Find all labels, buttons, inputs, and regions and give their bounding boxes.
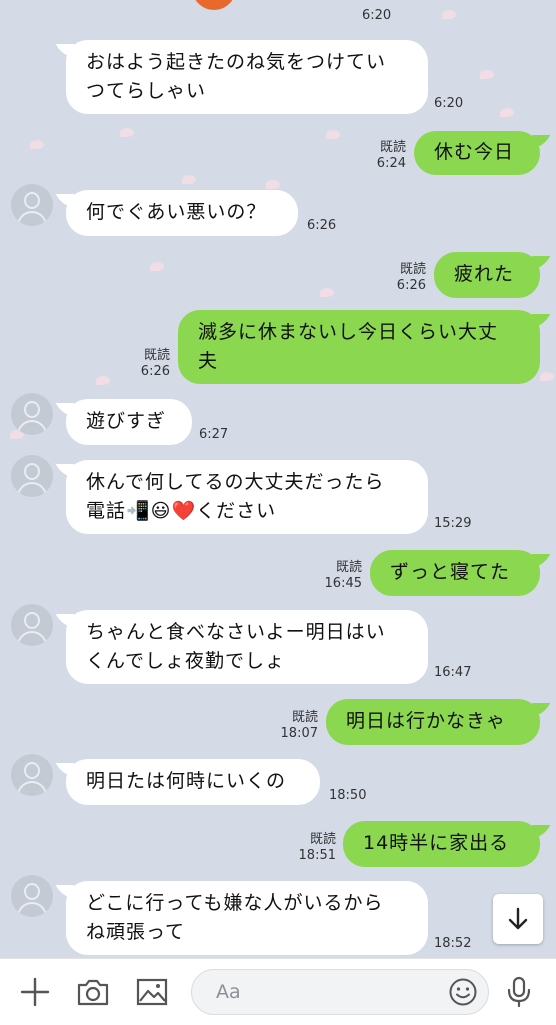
message-bubble-incoming[interactable]: 何でぐあい悪いの？ bbox=[66, 190, 298, 236]
message-bubble-outgoing[interactable]: 疲れた bbox=[434, 252, 540, 298]
image-button[interactable] bbox=[133, 973, 171, 1011]
camera-icon bbox=[77, 979, 109, 1006]
message-line: 夫 bbox=[198, 350, 219, 372]
message-input-placeholder: Aa bbox=[216, 981, 241, 1003]
message-bubble-incoming[interactable]: どこに行っても嫌な人がいるから ね頑張って bbox=[66, 881, 428, 955]
read-receipt: 既読 6:24 bbox=[366, 140, 406, 172]
emoji-icon[interactable] bbox=[448, 977, 478, 1007]
message-bubble-outgoing[interactable]: 14時半に家出る bbox=[343, 821, 540, 867]
message-line: ね頑張って bbox=[86, 921, 186, 943]
petal-decoration bbox=[480, 70, 494, 79]
message-line: 休む今日 bbox=[434, 141, 515, 163]
petal-decoration bbox=[266, 180, 280, 189]
message-time: 18:52 bbox=[434, 936, 472, 951]
message-time: 15:29 bbox=[434, 516, 472, 531]
message-line: 明日は行かなきゃ bbox=[346, 710, 507, 732]
read-receipt: 既読 18:51 bbox=[294, 832, 336, 864]
message-bubble-incoming[interactable]: おはよう起きたのね気をつけてい つてらしゃい bbox=[66, 40, 428, 114]
message-line: 14時半に家出る bbox=[363, 832, 510, 854]
avatar[interactable] bbox=[11, 455, 53, 497]
read-label: 既読 bbox=[309, 832, 336, 847]
message-time: 6:26 bbox=[307, 218, 337, 233]
microphone-icon bbox=[507, 976, 531, 1008]
message-time: 16:47 bbox=[434, 665, 472, 680]
read-label: 既読 bbox=[399, 262, 426, 277]
scroll-to-bottom-button[interactable] bbox=[493, 894, 543, 944]
camera-button[interactable] bbox=[74, 973, 112, 1011]
message-time: 6:26 bbox=[396, 278, 426, 293]
message-line: おはよう起きたのね気をつけてい bbox=[86, 51, 387, 73]
petal-decoration bbox=[326, 130, 340, 139]
petal-decoration bbox=[320, 288, 334, 297]
message-line: どこに行っても嫌な人がいるから bbox=[86, 892, 384, 914]
petal-decoration bbox=[500, 108, 514, 117]
petal-decoration bbox=[30, 140, 44, 149]
message-toolbar: Aa bbox=[0, 958, 556, 1025]
message-bubble-outgoing[interactable]: 休む今日 bbox=[414, 131, 540, 175]
message-line: ちゃんと食べなさいよー明日はい bbox=[86, 621, 386, 643]
voice-button[interactable] bbox=[500, 973, 538, 1011]
message-time: 18:51 bbox=[298, 848, 336, 863]
message-bubble-outgoing[interactable]: ずっと寝てた bbox=[370, 550, 540, 596]
petal-decoration bbox=[540, 372, 554, 381]
message-line: 滅多に休まないし今日くらい大丈 bbox=[198, 321, 499, 343]
message-time: 6:20 bbox=[434, 96, 464, 111]
read-receipt: 既読 18:07 bbox=[278, 710, 318, 742]
read-receipt: 既読 16:45 bbox=[322, 560, 362, 592]
message-time: 6:26 bbox=[140, 364, 170, 379]
avatar[interactable] bbox=[11, 754, 53, 796]
message-line: 疲れた bbox=[454, 263, 515, 285]
message-line: 電話📲😃❤️ください bbox=[86, 500, 277, 522]
message-bubble-outgoing[interactable]: 明日は行かなきゃ bbox=[326, 699, 540, 745]
read-label: 既読 bbox=[379, 140, 406, 155]
sticker-partial bbox=[192, 0, 236, 10]
message-input[interactable]: Aa bbox=[191, 969, 489, 1015]
avatar[interactable] bbox=[11, 393, 53, 435]
message-bubble-outgoing[interactable]: 滅多に休まないし今日くらい大丈 夫 bbox=[178, 310, 540, 384]
message-line: 遊びすぎ bbox=[86, 410, 167, 432]
message-line: 何でぐあい悪いの？ bbox=[86, 201, 267, 223]
add-button[interactable] bbox=[16, 973, 54, 1011]
message-time: 6:24 bbox=[376, 156, 406, 171]
plus-icon bbox=[20, 977, 50, 1007]
avatar[interactable] bbox=[11, 875, 53, 917]
message-time: 6:27 bbox=[199, 427, 229, 442]
read-receipt: 既読 6:26 bbox=[386, 262, 426, 294]
read-label: 既読 bbox=[291, 710, 318, 725]
message-line: つてらしゃい bbox=[86, 80, 207, 102]
message-time: 16:45 bbox=[324, 576, 362, 591]
message-time: 6:20 bbox=[362, 8, 392, 23]
read-receipt: 既読 6:26 bbox=[130, 348, 170, 380]
image-icon bbox=[136, 978, 168, 1006]
avatar[interactable] bbox=[11, 604, 53, 646]
petal-decoration bbox=[120, 128, 134, 137]
petal-decoration bbox=[150, 262, 164, 271]
message-line: ずっと寝てた bbox=[390, 561, 511, 583]
message-bubble-incoming[interactable]: ちゃんと食べなさいよー明日はい くんでしょ夜勤でしょ bbox=[66, 610, 428, 684]
message-bubble-incoming[interactable]: 明日たは何時にいくの bbox=[66, 759, 320, 805]
read-label: 既読 bbox=[335, 560, 362, 575]
petal-decoration bbox=[182, 175, 196, 184]
message-line: くんでしょ夜勤でしょ bbox=[86, 650, 286, 672]
message-line: 明日たは何時にいくの bbox=[86, 770, 287, 792]
petal-decoration bbox=[442, 10, 456, 19]
arrow-down-icon bbox=[508, 907, 528, 930]
message-bubble-incoming[interactable]: 休んで何してるの大丈夫だったら 電話📲😃❤️ください bbox=[66, 460, 428, 534]
petal-decoration bbox=[96, 376, 110, 385]
message-time: 18:50 bbox=[329, 788, 367, 803]
avatar[interactable] bbox=[11, 184, 53, 226]
message-line: 休んで何してるの大丈夫だったら bbox=[86, 471, 385, 493]
message-bubble-incoming[interactable]: 遊びすぎ bbox=[66, 399, 192, 445]
read-label: 既読 bbox=[143, 348, 170, 363]
message-time: 18:07 bbox=[280, 726, 318, 741]
chat-area[interactable]: 6:20 おはよう起きたのね気をつけてい つてらしゃい 6:20 既読 6:24… bbox=[0, 0, 556, 958]
